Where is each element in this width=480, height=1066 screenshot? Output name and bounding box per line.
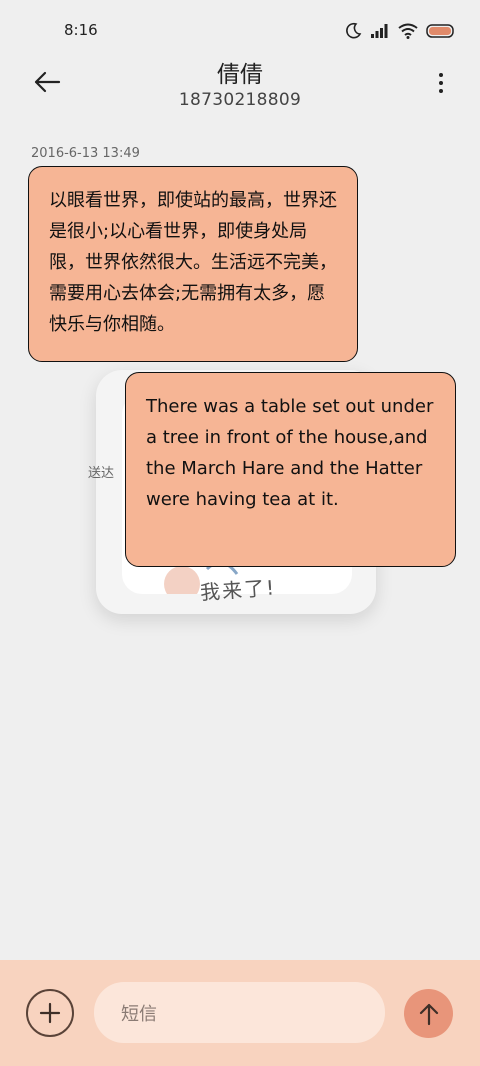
status-bar: 8:16: [0, 0, 480, 60]
message-bubble-received[interactable]: 以眼看世界，即使站的最高，世界还是很小;以心看世界，即使身处局限，世界依然很大。…: [28, 166, 358, 362]
delivered-status: 送达: [88, 466, 115, 481]
message-bubble-received[interactable]: There was a table set out under a tree i…: [125, 372, 456, 567]
sms-input[interactable]: 短信: [94, 982, 385, 1043]
add-attachment-button[interactable]: [26, 989, 74, 1037]
status-time: 8:16: [64, 21, 98, 39]
composer-bar: 短信: [0, 960, 480, 1066]
wifi-icon: [398, 23, 418, 39]
sticker-caption: 我来了!: [199, 575, 277, 605]
more-options-button[interactable]: [436, 69, 446, 99]
more-dot-icon: [439, 89, 443, 93]
more-dot-icon: [439, 81, 443, 85]
signal-icon: [371, 24, 388, 38]
send-button[interactable]: [404, 989, 453, 1038]
contact-name: 倩倩: [217, 62, 263, 88]
moon-icon: [346, 22, 362, 39]
message-text: 以眼看世界，即使站的最高，世界还是很小;以心看世界，即使身处局限，世界依然很大。…: [49, 190, 337, 335]
plus-icon: [39, 1002, 61, 1024]
more-dot-icon: [439, 73, 443, 77]
send-arrow-icon: [419, 1003, 438, 1025]
message-text: There was a table set out under a tree i…: [146, 396, 434, 510]
conversation-header: 倩倩 18730218809: [0, 55, 480, 115]
message-timestamp: 2016-6-13 13:49: [31, 146, 140, 161]
status-icons: [344, 22, 456, 40]
battery-icon: [426, 24, 454, 38]
contact-number: 18730218809: [178, 90, 302, 110]
